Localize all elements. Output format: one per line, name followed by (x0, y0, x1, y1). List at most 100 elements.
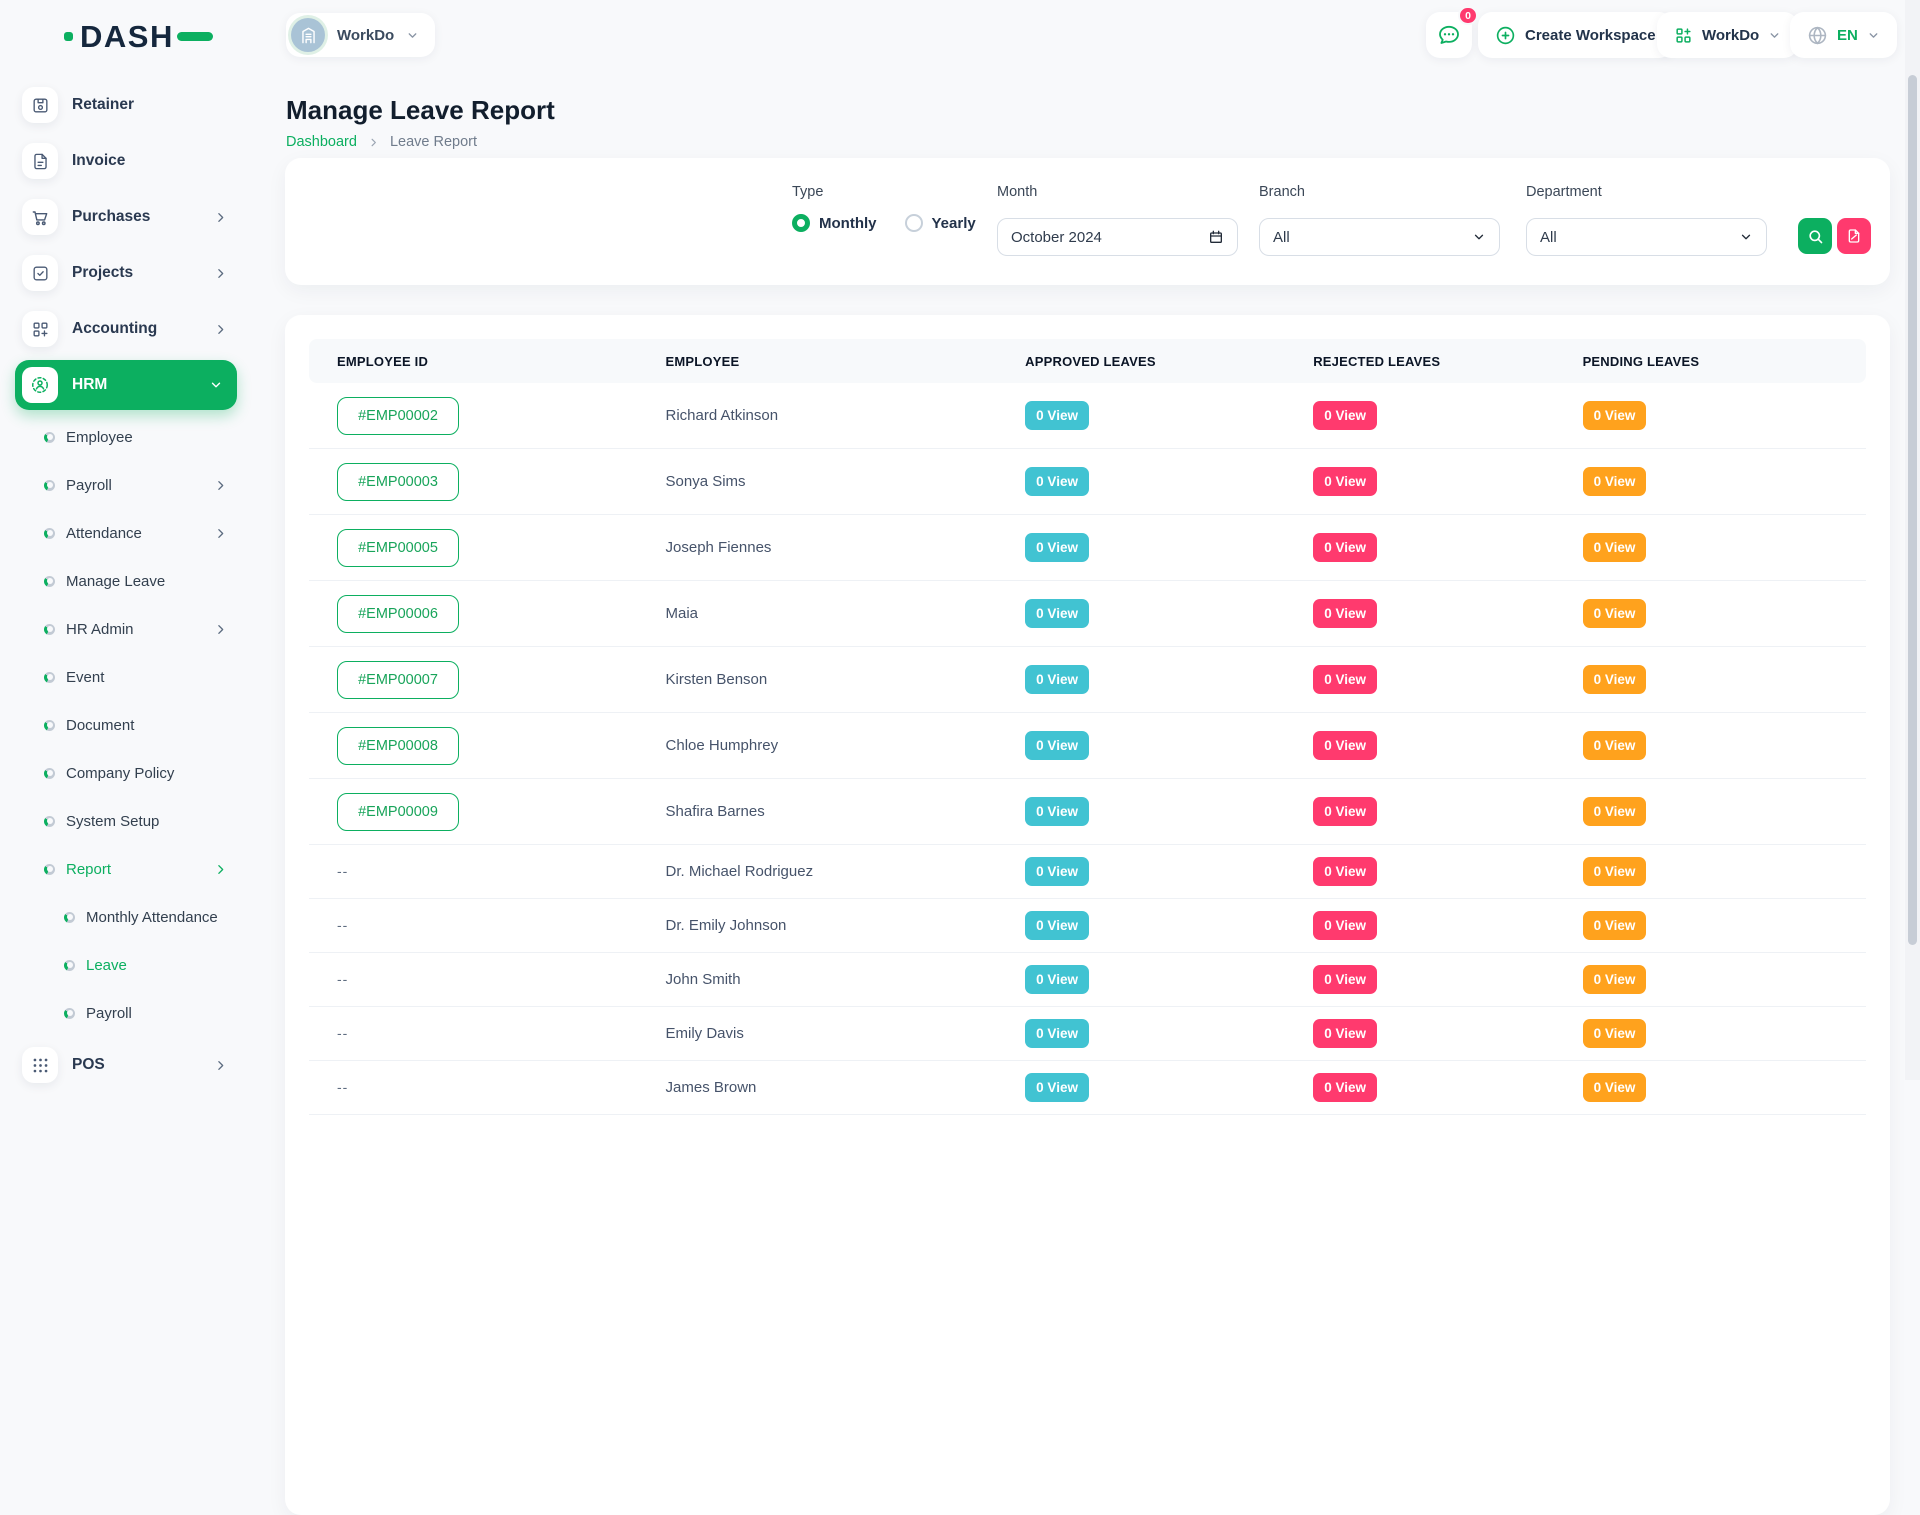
employee-id-button[interactable]: #EMP00005 (337, 529, 459, 567)
approved-leaves-badge[interactable]: 0 View (1025, 467, 1089, 496)
bullet-icon (64, 912, 75, 923)
employee-id-button[interactable]: #EMP00007 (337, 661, 459, 699)
rejected-leaves-badge[interactable]: 0 View (1313, 467, 1377, 496)
sidebar-item-report[interactable]: Report (0, 845, 260, 893)
rejected-leaves-badge[interactable]: 0 View (1313, 797, 1377, 826)
table-header-row: EMPLOYEE IDEMPLOYEEAPPROVED LEAVESREJECT… (309, 339, 1866, 383)
table-row: --Dr. Emily Johnson0 View0 View0 View (309, 899, 1866, 953)
radio-yearly[interactable]: Yearly (905, 214, 976, 232)
sidebar-item-monthly-attendance[interactable]: Monthly Attendance (0, 893, 260, 941)
workspace-switcher[interactable]: WorkDo (286, 13, 435, 57)
scrollbar-thumb[interactable] (1908, 75, 1917, 945)
sidebar-item-payroll[interactable]: Payroll (0, 989, 260, 1037)
breadcrumb-dashboard-link[interactable]: Dashboard (286, 134, 357, 150)
sidebar-item-pos[interactable]: POS (0, 1037, 260, 1093)
approved-leaves-badge[interactable]: 0 View (1025, 857, 1089, 886)
department-filter: Department All (1526, 184, 1602, 200)
sidebar-item-invoice[interactable]: Invoice (0, 133, 260, 189)
pending-leaves-badge[interactable]: 0 View (1583, 857, 1647, 886)
messages-button[interactable]: 0 (1426, 12, 1472, 58)
rejected-leaves-badge[interactable]: 0 View (1313, 1019, 1377, 1048)
pending-leaves-badge[interactable]: 0 View (1583, 911, 1647, 940)
pending-leaves-badge[interactable]: 0 View (1583, 401, 1647, 430)
sidebar-item-leave[interactable]: Leave (0, 941, 260, 989)
approved-leaves-badge[interactable]: 0 View (1025, 401, 1089, 430)
rejected-leaves-badge[interactable]: 0 View (1313, 857, 1377, 886)
topbar: DASH WorkDo 0 Create Workspace WorkDo (0, 0, 1920, 70)
table-row: #EMP00005Joseph Fiennes0 View0 View0 Vie… (309, 515, 1866, 581)
rejected-leaves-badge[interactable]: 0 View (1313, 665, 1377, 694)
pending-leaves-badge[interactable]: 0 View (1583, 1073, 1647, 1102)
language-menu-button[interactable]: EN (1790, 12, 1897, 58)
employee-id-button[interactable]: #EMP00009 (337, 793, 459, 831)
sidebar-item-payroll[interactable]: Payroll (0, 461, 260, 509)
pending-leaves-badge[interactable]: 0 View (1583, 665, 1647, 694)
logo-text: DASH (80, 21, 174, 52)
bullet-icon (44, 768, 55, 779)
scrollbar-track[interactable] (1905, 0, 1920, 1080)
approved-leaves-badge[interactable]: 0 View (1025, 533, 1089, 562)
sidebar-item-hrm[interactable]: HRM (15, 360, 237, 410)
approved-leaves-badge[interactable]: 0 View (1025, 599, 1089, 628)
breadcrumb: Dashboard Leave Report (286, 134, 477, 150)
sidebar-item-attendance[interactable]: Attendance (0, 509, 260, 557)
pending-leaves-badge[interactable]: 0 View (1583, 467, 1647, 496)
sidebar-item-projects[interactable]: Projects (0, 245, 260, 301)
sidebar-item-employee[interactable]: Employee (0, 413, 260, 461)
employee-id-button[interactable]: #EMP00006 (337, 595, 459, 633)
create-workspace-button[interactable]: Create Workspace (1478, 12, 1673, 58)
sidebar-item-hr-admin[interactable]: HR Admin (0, 605, 260, 653)
pending-leaves-badge[interactable]: 0 View (1583, 1019, 1647, 1048)
sidebar-item-company-policy[interactable]: Company Policy (0, 749, 260, 797)
sidebar-item-retainer[interactable]: Retainer (0, 77, 260, 133)
sidebar-item-system-setup[interactable]: System Setup (0, 797, 260, 845)
sidebar-item-purchases[interactable]: Purchases (0, 189, 260, 245)
approved-leaves-badge[interactable]: 0 View (1025, 665, 1089, 694)
sidebar-item-label: Report (66, 861, 111, 878)
workspace-menu-button[interactable]: WorkDo (1657, 12, 1798, 58)
sidebar-item-label: Payroll (66, 477, 112, 494)
pending-leaves-badge[interactable]: 0 View (1583, 533, 1647, 562)
sidebar-item-label: Monthly Attendance (86, 909, 218, 926)
employee-id-button[interactable]: #EMP00008 (337, 727, 459, 765)
export-button[interactable] (1837, 218, 1871, 254)
approved-leaves-badge[interactable]: 0 View (1025, 1073, 1089, 1102)
sidebar-item-event[interactable]: Event (0, 653, 260, 701)
rejected-leaves-badge[interactable]: 0 View (1313, 401, 1377, 430)
rejected-leaves-badge[interactable]: 0 View (1313, 731, 1377, 760)
pending-leaves-badge[interactable]: 0 View (1583, 965, 1647, 994)
rejected-leaves-badge[interactable]: 0 View (1313, 533, 1377, 562)
app-logo[interactable]: DASH (64, 21, 213, 52)
approved-leaves-badge[interactable]: 0 View (1025, 965, 1089, 994)
table-body: #EMP00002 Richard Atkinson 0 View 0 View 0 V… (309, 383, 1866, 1115)
pending-leaves-badge[interactable]: 0 View (1583, 599, 1647, 628)
employee-id-button[interactable]: #EMP00002 (337, 397, 459, 435)
rejected-leaves-badge[interactable]: 0 View (1313, 911, 1377, 940)
approved-leaves-badge[interactable]: 0 View (1025, 911, 1089, 940)
approved-leaves-badge[interactable]: 0 View (1025, 731, 1089, 760)
table-row: #EMP00007Kirsten Benson0 View0 View0 Vie… (309, 647, 1866, 713)
workspace-menu-label: WorkDo (1702, 27, 1759, 44)
employee-id-button[interactable]: #EMP00003 (337, 463, 459, 501)
pending-leaves-badge[interactable]: 0 View (1583, 797, 1647, 826)
approved-leaves-badge[interactable]: 0 View (1025, 1019, 1089, 1048)
approved-leaves-badge[interactable]: 0 View (1025, 797, 1089, 826)
employee-name: Dr. Michael Rodriguez (666, 863, 814, 880)
logo-dot-accent (64, 32, 73, 41)
employee-id-empty: -- (337, 971, 348, 987)
rejected-leaves-badge[interactable]: 0 View (1313, 1073, 1377, 1102)
pending-leaves-badge[interactable]: 0 View (1583, 731, 1647, 760)
search-button[interactable] (1798, 218, 1832, 254)
rejected-leaves-badge[interactable]: 0 View (1313, 599, 1377, 628)
month-input[interactable]: October 2024 (997, 218, 1238, 256)
sidebar-item-manage-leave[interactable]: Manage Leave (0, 557, 260, 605)
sidebar-item-document[interactable]: Document (0, 701, 260, 749)
branch-select[interactable]: All (1259, 218, 1500, 256)
sidebar-item-label: Retainer (72, 96, 134, 114)
rejected-leaves-badge[interactable]: 0 View (1313, 965, 1377, 994)
chevron-down-icon (1472, 230, 1486, 244)
radio-monthly[interactable]: Monthly (792, 214, 877, 232)
department-select[interactable]: All (1526, 218, 1767, 256)
employee-name: Richard Atkinson (666, 407, 779, 424)
sidebar-item-accounting[interactable]: Accounting (0, 301, 260, 357)
